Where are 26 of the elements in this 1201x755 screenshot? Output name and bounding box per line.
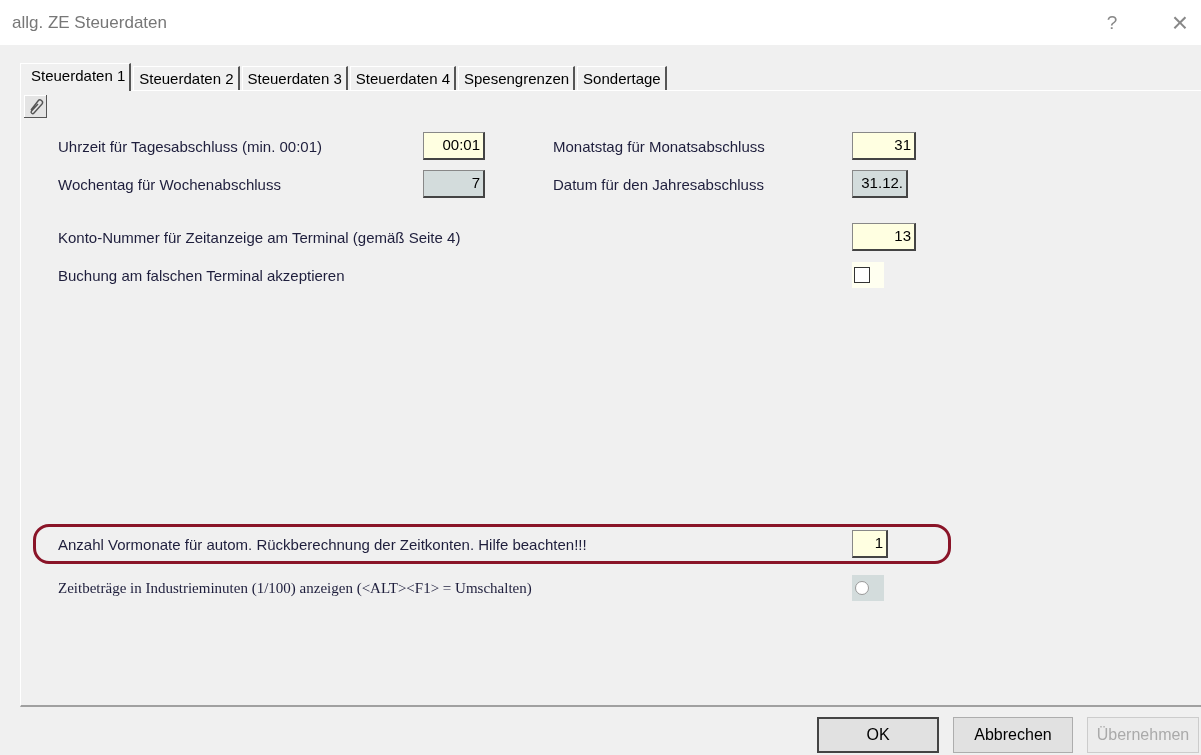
- radio-button[interactable]: [854, 580, 870, 596]
- field-label: Uhrzeit für Tagesabschluss (min. 00:01): [58, 137, 323, 155]
- field-label: Monatstag für Monatsabschluss: [553, 137, 766, 155]
- dialog-button[interactable]: OK: [817, 717, 939, 753]
- field-label: Konto-Nummer für Zeitanzeige am Terminal (gemäß Seite 4): [58, 228, 462, 246]
- input-field[interactable]: 13: [852, 223, 916, 251]
- tab[interactable]: Sondertage: [577, 66, 667, 90]
- input-field[interactable]: 31: [852, 132, 916, 160]
- tab[interactable]: Steuerdaten 2: [133, 66, 240, 90]
- help-button[interactable]: ?: [1097, 11, 1127, 34]
- input-field[interactable]: 00:01: [423, 132, 485, 160]
- close-button[interactable]: ×: [1165, 6, 1195, 39]
- field-label: Datum für den Jahresabschluss: [553, 175, 765, 193]
- window-title: allg. ZE Steuerdaten: [12, 12, 168, 33]
- field-label: Wochentag für Wochenabschluss: [58, 175, 282, 193]
- tab[interactable]: Spesengrenzen: [458, 66, 576, 90]
- checkbox[interactable]: [854, 267, 870, 283]
- field-label: Anzahl Vormonate für autom. Rückberechnung der Zeitkonten. Hilfe beachten!!!: [58, 535, 588, 553]
- tab[interactable]: Steuerdaten 4: [349, 66, 456, 90]
- checkbox-label: Buchung am falschen Terminal akzeptieren: [58, 266, 346, 284]
- paperclip-icon[interactable]: [24, 95, 47, 118]
- tab[interactable]: Steuerdaten 1: [20, 63, 132, 91]
- input-field[interactable]: 1: [852, 530, 888, 558]
- tab[interactable]: Steuerdaten 3: [241, 66, 348, 90]
- radio-label: Zeitbeträge in Industrieminuten (1/100) anzeigen (<ALT><F1> = Umschalten): [58, 579, 533, 597]
- dialog-button[interactable]: Abbrechen: [953, 717, 1073, 753]
